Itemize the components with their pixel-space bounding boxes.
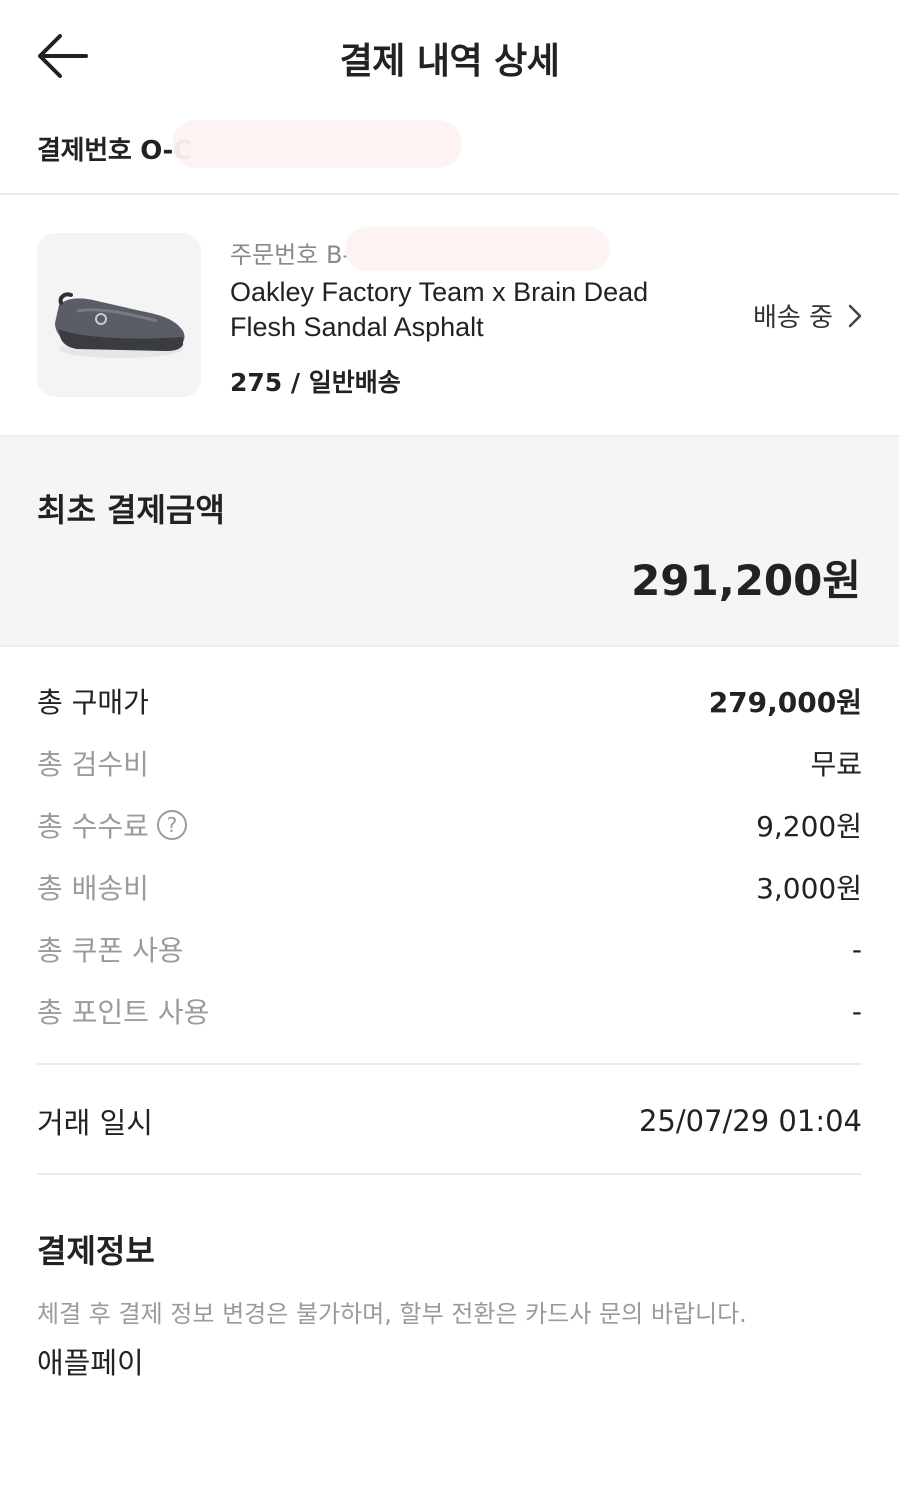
- chevron-right-icon: [848, 304, 862, 327]
- breakdown-label: 총 쿠폰 사용: [37, 934, 184, 967]
- breakdown-row-inspection: 총 검수비 무료: [37, 732, 862, 794]
- breakdown-label: 총 수수료: [37, 810, 149, 843]
- breakdown-value: 무료: [810, 748, 862, 781]
- top-app-bar: 결제 내역 상세: [0, 0, 899, 112]
- breakdown-label: 총 배송비: [37, 872, 149, 905]
- breakdown-value: 279,000원: [708, 686, 862, 719]
- breakdown-value: 9,200원: [756, 810, 862, 843]
- breakdown-value: -: [851, 932, 862, 966]
- initial-payment-section: 최초 결제금액 291,200원: [0, 435, 899, 647]
- redaction-mark: [172, 120, 462, 168]
- divider: [37, 1063, 862, 1065]
- breakdown-row-points: 총 포인트 사용 -: [37, 980, 862, 1042]
- breakdown-row-fee: 총 수수료 ? 9,200원: [37, 794, 862, 856]
- payment-breakdown: 총 구매가 279,000원 총 검수비 무료 총 수수료 ? 9,200원 총…: [37, 670, 862, 1042]
- trade-datetime-value: 25/07/29 01:04: [638, 1104, 862, 1138]
- payment-method: 애플페이: [37, 1346, 144, 1380]
- question-circle-icon[interactable]: ?: [156, 810, 187, 840]
- divider: [37, 1173, 862, 1175]
- breakdown-label-wrap: 총 수수료 ?: [37, 805, 187, 845]
- payment-info-notice: 체결 후 결제 정보 변경은 불가하며, 할부 전환은 카드사 문의 바랍니다.: [37, 1300, 747, 1328]
- trade-datetime-row: 거래 일시 25/07/29 01:04: [37, 1090, 862, 1152]
- initial-payment-amount: 291,200원: [631, 556, 861, 605]
- breakdown-row-coupon: 총 쿠폰 사용 -: [37, 918, 862, 980]
- delivery-status-link[interactable]: 배송 중: [753, 297, 863, 334]
- breakdown-value: 3,000원: [756, 872, 862, 905]
- redaction-mark: [345, 227, 610, 271]
- breakdown-value: -: [851, 994, 862, 1028]
- sandal-image: [55, 292, 185, 358]
- product-item[interactable]: 주문번호 B-C Oakley Factory Team x Brain Dea…: [0, 195, 899, 435]
- payment-info-title: 결제정보: [37, 1232, 155, 1270]
- breakdown-label: 총 구매가: [37, 686, 149, 719]
- breakdown-label: 총 포인트 사용: [37, 996, 210, 1029]
- initial-payment-title: 최초 결제금액: [37, 491, 225, 529]
- trade-datetime-label: 거래 일시: [37, 1106, 153, 1140]
- product-option: 275 / 일반배송: [230, 368, 401, 397]
- breakdown-label: 총 검수비: [37, 748, 149, 781]
- page-title: 결제 내역 상세: [339, 41, 560, 82]
- product-name: Oakley Factory Team x Brain Dead Flesh S…: [230, 277, 649, 342]
- product-thumbnail: [37, 233, 201, 397]
- breakdown-row-purchase: 총 구매가 279,000원: [37, 670, 862, 732]
- payment-number: 결제번호 O-C: [37, 136, 192, 166]
- breakdown-row-shipping: 총 배송비 3,000원: [37, 856, 862, 918]
- delivery-status-label: 배송 중: [752, 303, 833, 333]
